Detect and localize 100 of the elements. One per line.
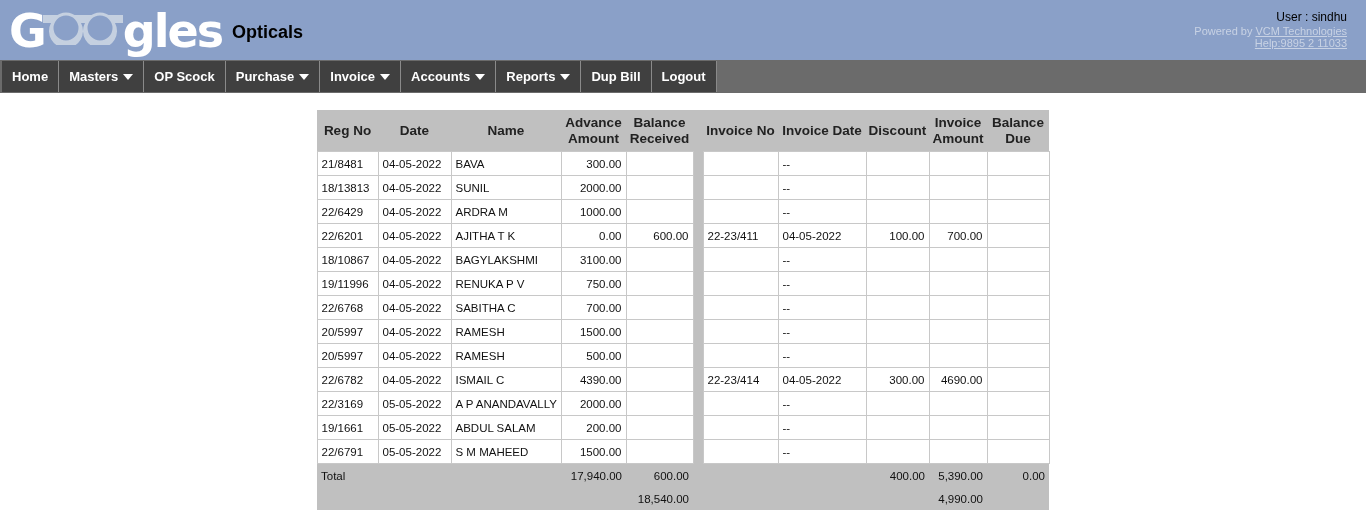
amount-cell: 700.00 [947, 229, 983, 242]
name-cell: A P ANANDAVALLY [455, 397, 557, 410]
amount-cell: 600.00 [653, 229, 689, 242]
glasses-icon [42, 11, 123, 45]
column-header: Date [378, 110, 451, 152]
date-cell: 04-05-2022 [382, 373, 442, 386]
reg-no-cell: 19/11996 [321, 277, 369, 290]
amount-cell: 1500.00 [579, 325, 622, 338]
total-label: Total [321, 469, 346, 482]
menu-item[interactable]: Purchase [225, 61, 321, 92]
amount-cell: 700.00 [586, 301, 622, 314]
amount-cell: 750.00 [586, 277, 622, 290]
name-cell: ARDRA M [455, 205, 508, 218]
total-value: 400.00 [889, 469, 925, 482]
invoice-no-cell: 22-23/411 [707, 229, 759, 242]
menu-item[interactable]: OP Scock [144, 61, 226, 92]
reg-no-cell: 22/6768 [321, 301, 364, 314]
logo-text: G [9, 8, 45, 54]
date-cell: -- [782, 181, 791, 194]
reg-no-cell: 22/6201 [321, 229, 364, 242]
name-cell: S M MAHEED [455, 445, 529, 458]
menu-item[interactable]: Dup Bill [581, 61, 652, 92]
name-cell: RAMESH [455, 349, 505, 362]
name-cell: SABITHA C [455, 301, 516, 314]
reg-no-cell: 19/1661 [321, 421, 364, 434]
date-cell: 04-05-2022 [382, 277, 442, 290]
powered-by-text: Powered by [1194, 25, 1253, 37]
total-value: 4,990.00 [938, 492, 983, 505]
date-cell: 04-05-2022 [782, 229, 842, 242]
name-cell: RENUKA P V [455, 277, 525, 290]
invoice-no-cell: 22-23/414 [707, 373, 760, 386]
reg-no-cell: 21/8481 [321, 157, 364, 170]
name-cell: AJITHA T K [455, 229, 516, 242]
date-cell: -- [782, 445, 791, 458]
total-value: 600.00 [653, 469, 689, 482]
amount-cell: 2000.00 [579, 397, 622, 410]
date-cell: 04-05-2022 [382, 229, 442, 242]
amount-cell: 500.00 [586, 349, 622, 362]
name-cell: RAMESH [455, 325, 505, 338]
amount-cell: 4690.00 [940, 373, 983, 386]
name-cell: ISMAIL C [455, 373, 505, 386]
date-cell: 04-05-2022 [782, 373, 842, 386]
column-header: Name [451, 110, 561, 152]
name-cell: BAGYLAKSHMI [455, 253, 538, 266]
date-cell: -- [782, 253, 791, 266]
menu-item[interactable]: Home [2, 61, 60, 92]
column-header: Invoice No [703, 110, 778, 152]
reg-no-cell: 20/5997 [321, 349, 364, 362]
amount-cell: 300.00 [586, 157, 622, 170]
total-value: 18,540.00 [637, 492, 689, 505]
reg-no-cell: 22/6429 [321, 205, 364, 218]
date-cell: 04-05-2022 [382, 157, 442, 170]
date-cell: 04-05-2022 [382, 325, 442, 338]
date-cell: -- [782, 301, 791, 314]
amount-cell: 200.00 [586, 421, 622, 434]
date-cell: 05-05-2022 [382, 421, 442, 434]
reg-no-cell: 22/6791 [321, 445, 364, 458]
reg-no-cell: 22/6782 [321, 373, 364, 386]
date-cell: 05-05-2022 [382, 445, 442, 458]
total-value: 5,390.00 [938, 469, 983, 482]
date-cell: 05-05-2022 [382, 397, 442, 410]
name-cell: SUNIL [455, 181, 490, 194]
brand-name: Opticals [232, 21, 304, 43]
menu-item[interactable]: Masters [59, 61, 145, 92]
date-cell: -- [782, 277, 791, 290]
amount-cell: 0.00 [599, 229, 622, 242]
column-header: Invoice Amount [929, 110, 987, 152]
date-cell: -- [782, 205, 791, 218]
total-value: 17,940.00 [570, 469, 622, 482]
menu-item[interactable]: Invoice [320, 61, 402, 92]
date-cell: -- [782, 157, 791, 170]
menu-item[interactable]: Accounts [401, 61, 497, 92]
date-cell: 04-05-2022 [382, 181, 442, 194]
amount-cell: 1500.00 [579, 445, 622, 458]
name-cell: BAVA [455, 157, 485, 170]
amount-cell: 300.00 [889, 373, 925, 386]
menu-item[interactable]: Logout [651, 61, 717, 92]
column-header: Discount [866, 110, 929, 152]
column-header: Balance Received [626, 110, 693, 152]
date-cell: 04-05-2022 [382, 301, 442, 314]
date-cell: -- [782, 349, 791, 362]
amount-cell: 3100.00 [579, 253, 622, 266]
user-label: User : sindhu [1276, 10, 1347, 25]
amount-cell: 4390.00 [579, 373, 622, 386]
amount-cell: 100.00 [889, 229, 925, 242]
reg-no-cell: 18/13813 [321, 181, 370, 194]
reg-no-cell: 22/3169 [321, 397, 364, 410]
menu-item[interactable]: Reports [496, 61, 582, 92]
date-cell: -- [782, 397, 791, 410]
amount-cell: 1000.00 [579, 205, 622, 218]
date-cell: 04-05-2022 [382, 349, 442, 362]
column-header: Reg No [317, 110, 378, 152]
amount-cell: 2000.00 [579, 181, 622, 194]
date-cell: 04-05-2022 [382, 205, 442, 218]
date-cell: 04-05-2022 [382, 253, 442, 266]
date-cell: -- [782, 325, 791, 338]
column-header: Advance Amount [561, 110, 626, 152]
date-cell: -- [782, 421, 791, 434]
reg-no-cell: 20/5997 [321, 325, 364, 338]
total-value: 0.00 [1022, 469, 1045, 482]
